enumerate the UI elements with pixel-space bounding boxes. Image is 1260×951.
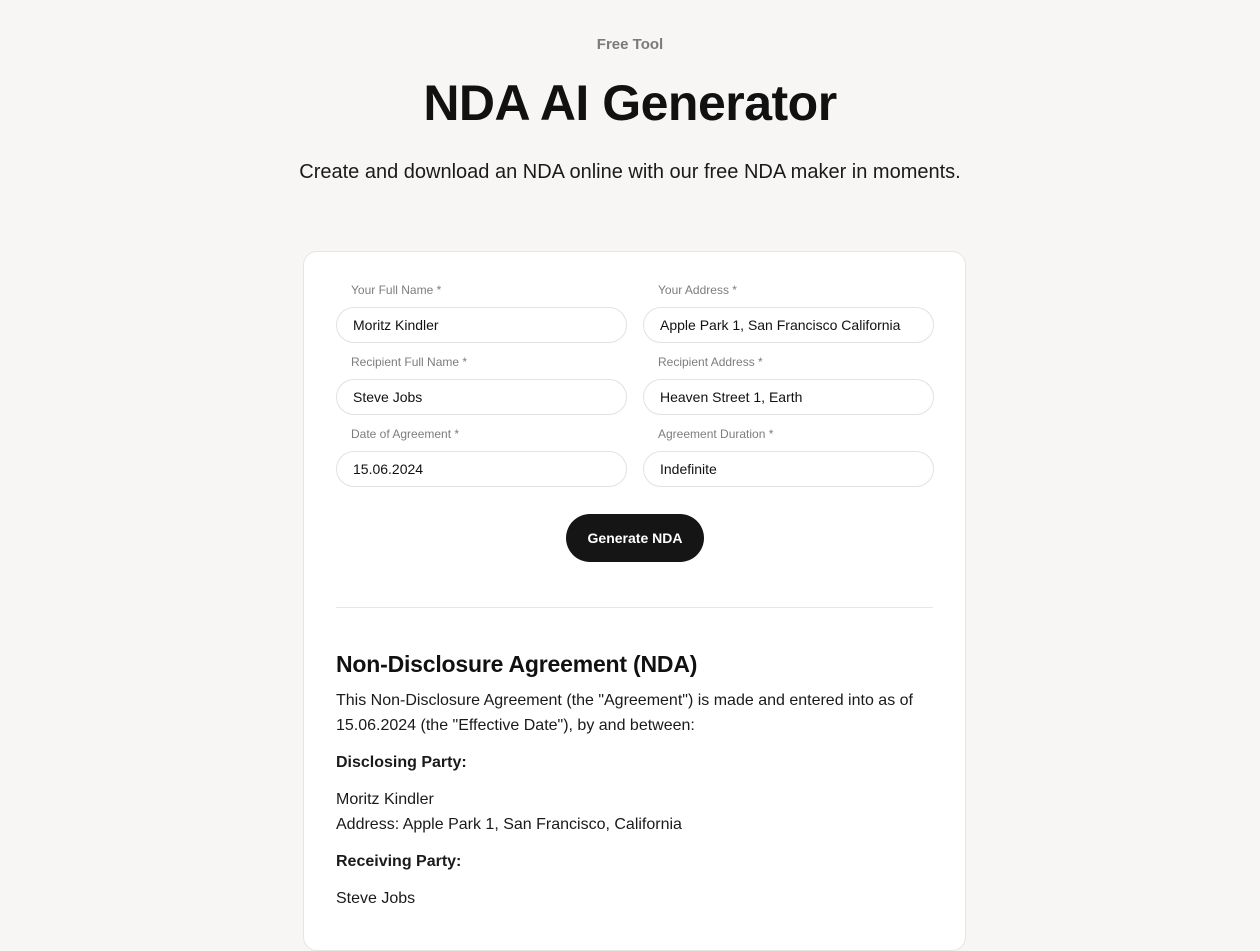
your-address-label: Your Address * xyxy=(658,283,737,297)
date-input[interactable]: 15.06.2024 xyxy=(336,451,627,487)
intro-line-1: This Non-Disclosure Agreement (the "Agre… xyxy=(336,692,913,709)
document-heading: Non-Disclosure Agreement (NDA) xyxy=(336,651,698,677)
date-label: Date of Agreement * xyxy=(351,427,460,441)
disclosing-party-address: Address: Apple Park 1, San Francisco, Ca… xyxy=(336,816,682,833)
your-name-label: Your Full Name * xyxy=(351,283,442,297)
recipient-address-input[interactable]: Heaven Street 1, Earth xyxy=(643,379,934,415)
duration-input[interactable]: Indefinite xyxy=(643,451,934,487)
receiving-party-heading: Receiving Party: xyxy=(336,853,462,870)
page-title: NDA AI Generator xyxy=(423,75,837,131)
recipient-name-field: Recipient Full Name * Steve Jobs xyxy=(336,355,627,415)
document-intro: This Non-Disclosure Agreement (the "Agre… xyxy=(336,688,936,738)
recipient-address-field: Recipient Address * Heaven Street 1, Ear… xyxy=(643,355,934,415)
date-field: Date of Agreement * 15.06.2024 xyxy=(336,427,627,487)
receiving-party-details: Steve Jobs xyxy=(336,886,936,911)
duration-field: Agreement Duration * Indefinite xyxy=(643,427,934,487)
disclosing-party-heading: Disclosing Party: xyxy=(336,754,467,771)
your-name-input[interactable]: Moritz Kindler xyxy=(336,307,627,343)
recipient-address-label: Recipient Address * xyxy=(658,355,763,369)
recipient-name-input[interactable]: Steve Jobs xyxy=(336,379,627,415)
nda-generator-card: Your Full Name * Moritz Kindler Your Add… xyxy=(303,251,966,951)
intro-line-2: 15.06.2024 (the "Effective Date"), by an… xyxy=(336,717,695,734)
page-subtitle: Create and download an NDA online with o… xyxy=(299,161,961,183)
recipient-name-label: Recipient Full Name * xyxy=(351,355,468,369)
your-address-field: Your Address * Apple Park 1, San Francis… xyxy=(643,283,934,343)
your-name-field: Your Full Name * Moritz Kindler xyxy=(336,283,627,343)
duration-label: Agreement Duration * xyxy=(658,427,774,441)
your-address-input[interactable]: Apple Park 1, San Francisco California xyxy=(643,307,934,343)
receiving-party-name: Steve Jobs xyxy=(336,890,416,907)
disclosing-party-details: Moritz Kindler Address: Apple Park 1, Sa… xyxy=(336,787,936,837)
nda-document: Non-Disclosure Agreement (NDA) This Non-… xyxy=(336,651,936,911)
disclosing-party-name: Moritz Kindler xyxy=(336,791,434,808)
eyebrow-label: Free Tool xyxy=(596,36,664,53)
generate-nda-button[interactable]: Generate NDA xyxy=(566,514,704,562)
divider xyxy=(336,607,933,608)
